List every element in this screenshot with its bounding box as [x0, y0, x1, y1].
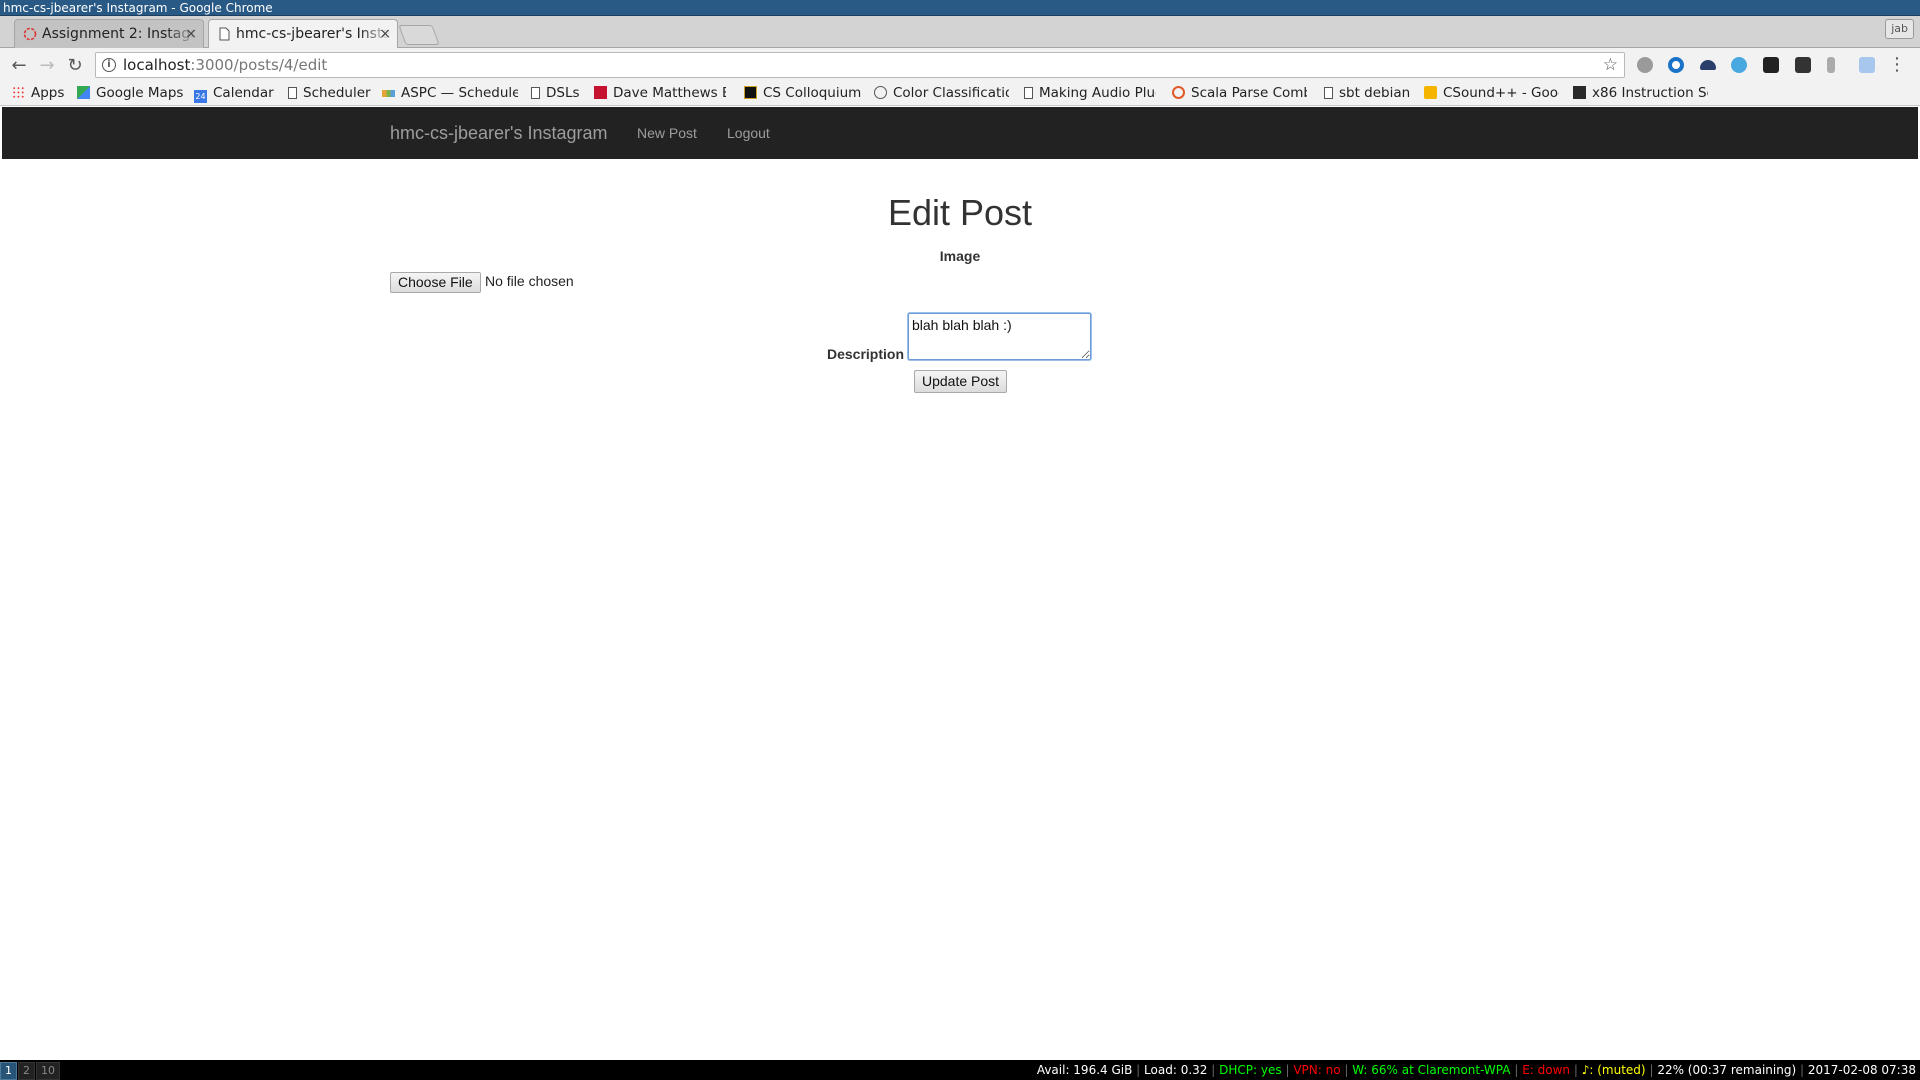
link-icon — [874, 86, 887, 99]
workspace-2[interactable]: 2 — [18, 1062, 35, 1080]
volume-status: ♪: (muted) — [1581, 1063, 1646, 1077]
bookmark-dsls[interactable]: DSLs — [531, 82, 587, 105]
tab-label: Assignment 2: Instagram — [42, 26, 197, 42]
forward-arrow-icon[interactable]: → — [36, 55, 58, 77]
web-page: hmc-cs-jbearer's Instagram New Post Logo… — [2, 107, 1918, 1059]
description-field[interactable]: blah blah blah :) — [908, 313, 1091, 360]
close-icon[interactable]: × — [379, 20, 391, 48]
page-icon — [531, 87, 540, 99]
bookmark-calendar[interactable]: 24 Calendar — [194, 82, 276, 105]
reader-icon[interactable] — [1827, 57, 1835, 73]
info-icon[interactable]: i — [102, 58, 116, 72]
bookmark-sbt-debian[interactable]: sbt debian — [1324, 82, 1414, 105]
image-label: Image — [939, 248, 981, 264]
extension-circle-icon[interactable] — [1668, 57, 1684, 73]
vpn-status: VPN: no — [1293, 1063, 1341, 1077]
dhcp-status: DHCP: yes — [1219, 1063, 1282, 1077]
tab-label: hmc-cs-jbearer's Instagram — [236, 26, 391, 42]
bookmark-apps[interactable]: Apps — [12, 82, 70, 105]
bookmark-cs-colloquium[interactable]: CS Colloquium — [744, 82, 862, 105]
wifi-status: W: 66% at Claremont-WPA — [1352, 1063, 1511, 1077]
logout-link[interactable]: Logout — [727, 107, 770, 159]
description-label: Description — [827, 346, 905, 362]
choose-file-button[interactable]: Choose File — [390, 272, 481, 293]
address-bar[interactable]: i localhost:3000/posts/4/edit ☆ — [95, 52, 1625, 78]
slides-icon — [1424, 86, 1437, 99]
loading-spinner-icon — [23, 27, 37, 41]
page-title: Edit Post — [887, 192, 1033, 233]
tab-strip: Assignment 2: Instagram × hmc-cs-jbearer… — [0, 16, 1920, 49]
check-extension-icon[interactable] — [1731, 57, 1747, 73]
page-icon — [1324, 87, 1333, 99]
file-status-text: No file chosen — [485, 273, 574, 289]
url-text: localhost:3000/posts/4/edit — [123, 56, 328, 74]
bookmark-scheduler[interactable]: Scheduler — [288, 82, 372, 105]
aspc-icon — [382, 90, 395, 97]
page-icon — [288, 87, 297, 99]
load-status: Load: 0.32 — [1144, 1063, 1208, 1077]
close-icon[interactable]: × — [185, 20, 197, 48]
status-blocks: Avail: 196.4 GiB | Load: 0.32 | DHCP: ye… — [1036, 1063, 1916, 1077]
x86-icon — [1573, 86, 1586, 99]
colloquium-icon — [744, 86, 757, 99]
workspace-10[interactable]: 10 — [36, 1062, 60, 1080]
bookmark-google-maps[interactable]: Google Maps — [77, 82, 187, 105]
workspace-1[interactable]: 1 — [0, 1062, 17, 1080]
cloud-icon[interactable] — [1700, 60, 1716, 70]
back-arrow-icon[interactable]: ← — [8, 55, 30, 77]
adblock-icon[interactable] — [1637, 57, 1653, 73]
system-status-bar: 1 2 10 Avail: 196.4 GiB | Load: 0.32 | D… — [0, 1060, 1920, 1080]
bookmark-dave-matthews[interactable]: Dave Matthews Band — [594, 82, 730, 105]
scala-icon — [1172, 86, 1185, 99]
bookmark-x86-instruction-set[interactable]: x86 Instruction Set — [1573, 82, 1711, 105]
bookmarks-bar: Apps Google Maps 24 Calendar Scheduler AS… — [0, 82, 1920, 106]
bookmark-csound-google[interactable]: CSound++ - Google — [1424, 82, 1560, 105]
chrome-menu-icon[interactable]: ⋮ — [1888, 54, 1906, 76]
window-title: hmc-cs-jbearer's Instagram - Google Chro… — [3, 1, 273, 15]
app-navbar: hmc-cs-jbearer's Instagram New Post Logo… — [2, 107, 1918, 159]
document-extension-icon[interactable] — [1859, 57, 1875, 73]
profile-button[interactable]: jab — [1885, 19, 1914, 39]
bookmark-aspc-schedule[interactable]: ASPC — Schedule — [382, 82, 518, 105]
browser-toolbar: ← → ↻ i localhost:3000/posts/4/edit ☆ ⋮ — [0, 48, 1920, 82]
window-title-bar: hmc-cs-jbearer's Instagram - Google Chro… — [0, 0, 1920, 16]
new-tab-button[interactable] — [398, 25, 440, 45]
page-icon — [1024, 87, 1033, 99]
bookmark-scala-parse-combinators[interactable]: Scala Parse Combinators — [1172, 82, 1310, 105]
new-post-link[interactable]: New Post — [637, 107, 697, 159]
mask-extension-icon[interactable] — [1763, 57, 1779, 73]
more-extension-icon[interactable] — [1795, 57, 1811, 73]
music-icon — [594, 86, 607, 99]
ethernet-status: E: down — [1522, 1063, 1571, 1077]
clock: 2017-02-08 07:38 — [1807, 1063, 1916, 1077]
bookmark-making-audio-plugins[interactable]: Making Audio Plugins — [1024, 82, 1160, 105]
bookmark-star-icon[interactable]: ☆ — [1603, 53, 1618, 77]
calendar-icon: 24 — [194, 90, 207, 103]
page-icon — [219, 27, 230, 41]
apps-grid-icon — [12, 86, 25, 99]
maps-icon — [77, 86, 90, 99]
app-brand[interactable]: hmc-cs-jbearer's Instagram — [390, 107, 608, 159]
tab-instagram[interactable]: hmc-cs-jbearer's Instagram × — [208, 19, 398, 49]
battery-status: 22% (00:37 remaining) — [1657, 1063, 1797, 1077]
update-post-button[interactable]: Update Post — [914, 370, 1008, 393]
disk-status: Avail: 196.4 GiB — [1036, 1063, 1133, 1077]
tab-assignment[interactable]: Assignment 2: Instagram × — [14, 19, 204, 48]
bookmark-color-classification[interactable]: Color Classification — [874, 82, 1012, 105]
reload-icon[interactable]: ↻ — [64, 55, 86, 77]
